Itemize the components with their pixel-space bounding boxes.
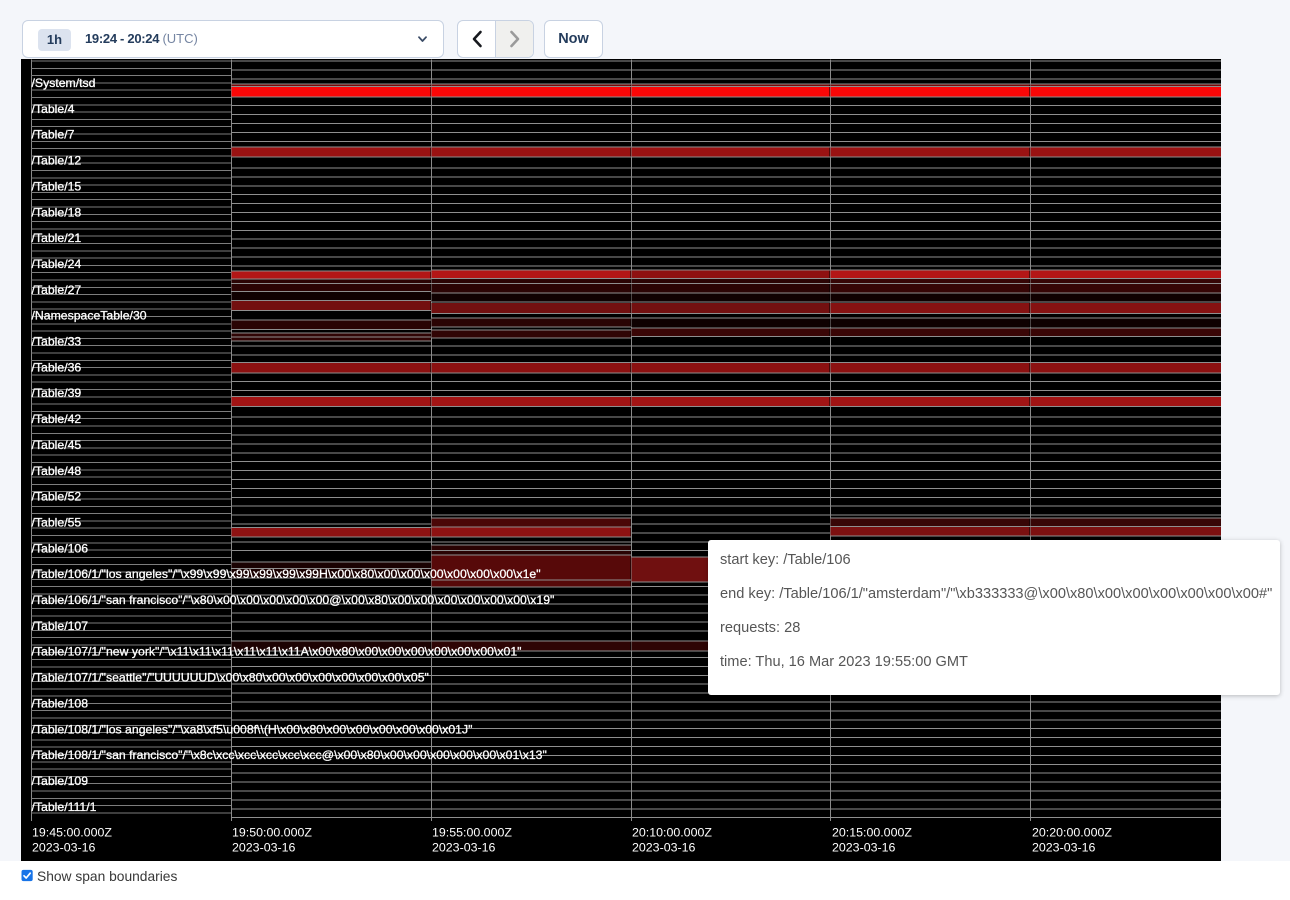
svg-text:/Table/42: /Table/42 [32, 412, 82, 426]
svg-text:/Table/21: /Table/21 [32, 231, 82, 245]
svg-text:/Table/108: /Table/108 [32, 696, 89, 710]
svg-text:2023-03-16: 2023-03-16 [632, 841, 695, 855]
svg-text:/Table/48: /Table/48 [32, 464, 82, 478]
svg-text:/Table/107/1/"new york"/"\x11\: /Table/107/1/"new york"/"\x11\x11\x11\x1… [32, 645, 522, 659]
svg-text:2023-03-16: 2023-03-16 [32, 841, 95, 855]
svg-text:/Table/24: /Table/24 [32, 257, 82, 271]
svg-text:/Table/106/1/"san francisco"/": /Table/106/1/"san francisco"/"\x80\x00\x… [32, 593, 555, 607]
svg-text:20:10:00.000Z: 20:10:00.000Z [632, 826, 712, 840]
svg-text:/System/tsd: /System/tsd [32, 76, 96, 90]
svg-text:/NamespaceTable/30: /NamespaceTable/30 [32, 309, 147, 323]
svg-text:/Table/39: /Table/39 [32, 386, 82, 400]
svg-text:/Table/15: /Table/15 [32, 179, 82, 193]
svg-text:/Table/109: /Table/109 [32, 774, 89, 788]
svg-text:19:55:00.000Z: 19:55:00.000Z [432, 826, 512, 840]
svg-text:20:15:00.000Z: 20:15:00.000Z [832, 826, 912, 840]
svg-text:/Table/107/1/"seattle"/"UUUUUU: /Table/107/1/"seattle"/"UUUUUUD\x00\x80\… [32, 671, 429, 685]
svg-text:20:20:00.000Z: 20:20:00.000Z [1032, 826, 1112, 840]
svg-text:2023-03-16: 2023-03-16 [232, 841, 295, 855]
svg-text:19:45:00.000Z: 19:45:00.000Z [32, 826, 112, 840]
svg-text:/Table/107: /Table/107 [32, 619, 89, 633]
svg-text:/Table/55: /Table/55 [32, 516, 82, 530]
svg-text:/Table/12: /Table/12 [32, 154, 82, 168]
svg-text:/Table/106: /Table/106 [32, 541, 89, 555]
svg-text:2023-03-16: 2023-03-16 [432, 841, 495, 855]
svg-text:2023-03-16: 2023-03-16 [1032, 841, 1095, 855]
svg-text:/Table/27: /Table/27 [32, 283, 82, 297]
svg-text:/Table/111/1: /Table/111/1 [32, 800, 97, 814]
svg-text:/Table/36: /Table/36 [32, 360, 82, 374]
svg-text:19:50:00.000Z: 19:50:00.000Z [232, 826, 312, 840]
svg-text:2023-03-16: 2023-03-16 [832, 841, 895, 855]
svg-text:/Table/7: /Table/7 [32, 128, 75, 142]
svg-text:/Table/45: /Table/45 [32, 438, 82, 452]
svg-text:/Table/106/1/"los angeles"/"\x: /Table/106/1/"los angeles"/"\x99\x99\x99… [32, 567, 541, 581]
svg-text:/Table/18: /Table/18 [32, 205, 82, 219]
svg-text:/Table/4: /Table/4 [32, 102, 75, 116]
svg-text:/Table/108/1/"san francisco"/": /Table/108/1/"san francisco"/"\x8c\xcc\x… [32, 748, 547, 762]
svg-text:/Table/33: /Table/33 [32, 335, 82, 349]
svg-text:/Table/52: /Table/52 [32, 490, 82, 504]
svg-text:/Table/108/1/"los angeles"/"\x: /Table/108/1/"los angeles"/"\xa8\xf5\u00… [32, 722, 473, 736]
